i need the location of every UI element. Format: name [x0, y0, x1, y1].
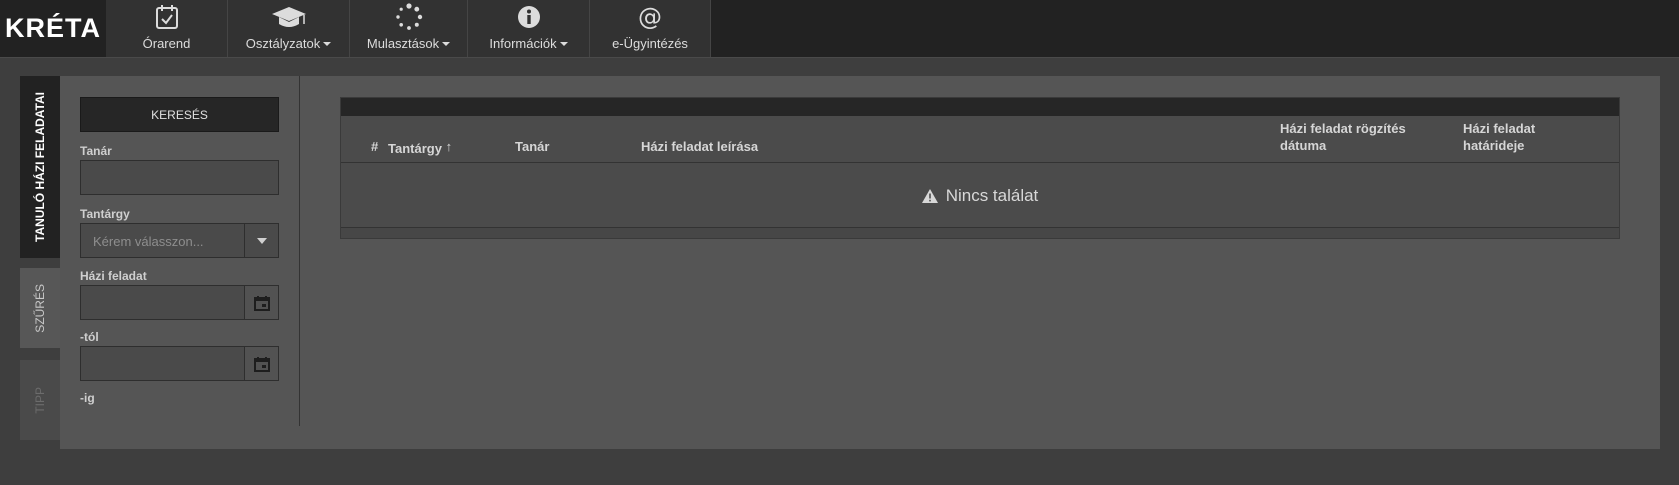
tab-tanulo-hazi-feladatai[interactable]: TANULÓ HÁZI FELADATAI: [20, 76, 60, 258]
chevron-down-icon: [559, 42, 568, 46]
chevron-down-icon: [323, 42, 332, 46]
main-menu: Órarend Osztályzatok Mulasztások Informá…: [106, 0, 711, 57]
teacher-input[interactable]: [80, 160, 279, 195]
tab-tipp[interactable]: TIPP: [20, 360, 60, 440]
tab-szures[interactable]: SZŰRÉS: [20, 268, 60, 348]
calendar-check-icon: [155, 3, 179, 31]
calendar-icon[interactable]: [244, 347, 278, 380]
empty-message: Nincs találat: [921, 185, 1039, 206]
kreta-logo[interactable]: KRÉTA: [0, 0, 106, 57]
sort-asc-icon: ↑: [445, 139, 453, 154]
grid-header: # Tantárgy ↑ Tanár Házi feladat leírása …: [341, 116, 1619, 163]
nav-item-orarend[interactable]: Órarend: [106, 0, 228, 57]
graduation-cap-icon: [271, 3, 307, 31]
top-navigation-bar: KRÉTA Órarend Osztályzatok Mulasztások I…: [0, 0, 1679, 58]
column-header-teacher[interactable]: Tanár: [515, 138, 549, 155]
column-header-line: Házi feladat rögzítés: [1280, 121, 1406, 136]
nav-item-informaciok[interactable]: Információk: [468, 0, 590, 57]
nav-label: Osztályzatok: [246, 36, 332, 51]
logo-text: KRÉTA: [5, 13, 101, 43]
subject-placeholder: Kérem válasszon...: [93, 234, 204, 249]
date-to-input[interactable]: [80, 346, 279, 381]
nav-item-osztalyzatok[interactable]: Osztályzatok: [228, 0, 350, 57]
empty-message-text: Nincs találat: [945, 185, 1039, 205]
panel-divider: [299, 76, 300, 426]
search-button[interactable]: KERESÉS: [80, 97, 279, 132]
tab-label: TIPP: [33, 386, 47, 414]
subject-label: Tantárgy: [80, 207, 130, 221]
nav-item-mulasztasok[interactable]: Mulasztások: [350, 0, 468, 57]
column-header-recorded-date[interactable]: Házi feladat rögzítés dátuma: [1280, 120, 1406, 154]
teacher-label: Tanár: [80, 144, 112, 158]
column-header-line: dátuma: [1280, 138, 1327, 153]
chevron-down-icon[interactable]: [244, 224, 278, 257]
chevron-down-icon: [442, 42, 451, 46]
column-header-deadline[interactable]: Házi feladat határideje: [1463, 120, 1535, 154]
grid-footer: [341, 227, 1619, 238]
spinner-icon: [395, 3, 423, 31]
column-header-subject[interactable]: Tantárgy ↑: [388, 138, 452, 157]
tab-label: TANULÓ HÁZI FELADATAI: [33, 92, 47, 242]
to-label: -ig: [80, 391, 95, 405]
warning-icon: [921, 188, 938, 203]
nav-label: e-Ügyintézés: [612, 36, 688, 51]
nav-label: Információk: [489, 36, 568, 51]
at-icon: @: [638, 3, 662, 31]
column-header-label: Tantárgy: [388, 141, 442, 156]
homework-grid: # Tantárgy ↑ Tanár Házi feladat leírása …: [340, 97, 1620, 239]
from-label: -tól: [80, 330, 99, 344]
subject-select[interactable]: Kérem válasszon...: [80, 223, 279, 258]
info-icon: [517, 3, 541, 31]
column-header-line: határideje: [1463, 138, 1525, 153]
column-header-line: Házi feladat: [1463, 121, 1536, 136]
date-from-input[interactable]: [80, 285, 279, 320]
tab-label: SZŰRÉS: [33, 283, 47, 333]
nav-label: Mulasztások: [367, 36, 451, 51]
column-header-description[interactable]: Házi feladat leírása: [641, 138, 758, 155]
nav-item-e-ugyintezes[interactable]: @ e-Ügyintézés: [590, 0, 711, 57]
nav-label: Órarend: [142, 36, 191, 51]
column-header-number[interactable]: #: [371, 138, 378, 155]
grid-toolbar: [341, 98, 1619, 116]
calendar-icon[interactable]: [244, 286, 278, 319]
homework-label: Házi feladat: [80, 269, 147, 283]
grid-body: Nincs találat: [341, 163, 1619, 228]
